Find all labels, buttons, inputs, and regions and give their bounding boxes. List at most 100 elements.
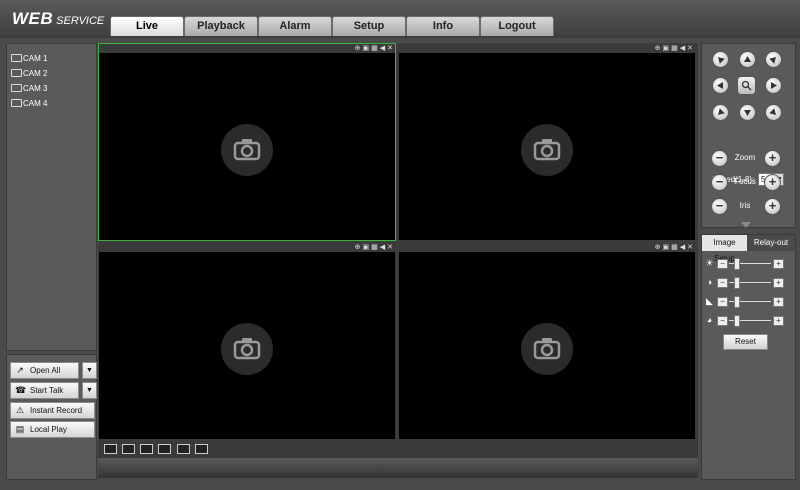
video-pane-1[interactable]: ⊕ ▣ ▦ ◀ ✕ [98, 43, 396, 241]
ptz-center-button[interactable] [737, 76, 756, 95]
snapshot-icon[interactable]: ▦ [371, 44, 378, 53]
hue-minus-button[interactable]: − [717, 316, 728, 326]
open-all-button[interactable]: ↗ Open All [10, 362, 79, 379]
ptz-down-left-button[interactable] [712, 104, 729, 121]
video-pane-2[interactable]: ⊕ ▣ ▦ ◀ ✕ [398, 43, 696, 241]
snapshot-icon[interactable]: ▦ [671, 44, 678, 53]
pane-toolbar: ⊕ ▣ ▦ ◀ ✕ [99, 44, 395, 53]
close-icon[interactable]: ✕ [387, 243, 393, 252]
camera-icon [11, 53, 22, 62]
zoom-icon[interactable]: ⊕ [655, 44, 661, 53]
arrow-up-left-icon [718, 57, 725, 64]
zoom-icon[interactable]: ⊕ [655, 243, 661, 252]
zoom-icon[interactable]: ⊕ [355, 243, 361, 252]
actions-panel: ↗ Open All ▼ ☎ Start Talk ▼ ⚠ Instant Re… [6, 354, 97, 480]
tab-alarm[interactable]: Alarm [258, 16, 332, 36]
video-grid: ⊕ ▣ ▦ ◀ ✕ ⊕ ▣ ▦ ◀ ✕ ⊕ ▣ ▦ ◀ ✕ ⊕ ▣ ▦ ◀ ✕ [98, 43, 698, 441]
camera-item-4[interactable]: CAM 4 [11, 97, 47, 111]
tab-live[interactable]: Live [110, 16, 184, 36]
hue-row: ◕ − + [704, 315, 792, 327]
one-view-icon[interactable] [158, 444, 171, 454]
saturation-plus-button[interactable]: + [773, 297, 784, 307]
ptz-right-button[interactable] [765, 77, 782, 94]
instant-record-label: Instant Record [30, 406, 83, 415]
zoom-fit-icon[interactable] [104, 444, 117, 454]
ptz-up-left-button[interactable] [712, 51, 729, 68]
record-icon[interactable]: ▣ [662, 44, 669, 53]
warning-icon: ⚠ [15, 405, 25, 415]
start-talk-dropdown[interactable]: ▼ [82, 382, 97, 399]
contrast-slider[interactable] [734, 277, 741, 289]
ptz-up-button[interactable] [739, 51, 756, 68]
contrast-minus-button[interactable]: − [717, 278, 728, 288]
tab-info[interactable]: Info [406, 16, 480, 36]
brightness-row: ☀ − + [704, 258, 792, 270]
audio-icon[interactable]: ◀ [380, 44, 385, 53]
close-icon[interactable]: ✕ [387, 44, 393, 53]
video-pane-3[interactable]: ⊕ ▣ ▦ ◀ ✕ [98, 242, 396, 440]
tab-image-setup[interactable]: Image Setup [702, 235, 747, 263]
iris-label: Iris [739, 201, 751, 210]
ptz-up-right-button[interactable] [765, 51, 782, 68]
open-all-label: Open All [30, 366, 61, 375]
brightness-minus-button[interactable]: − [717, 259, 728, 269]
four-view-icon[interactable] [195, 444, 208, 454]
camera-label: CAM 3 [23, 84, 48, 93]
tab-playback[interactable]: Playback [184, 16, 258, 36]
open-all-dropdown[interactable]: ▼ [82, 362, 97, 379]
close-icon[interactable]: ✕ [687, 44, 693, 53]
close-icon[interactable]: ✕ [687, 243, 693, 252]
audio-icon[interactable]: ◀ [380, 243, 385, 252]
pane-tools: ⊕ ▣ ▦ ◀ ✕ [355, 243, 393, 252]
ptz-left-button[interactable] [712, 77, 729, 94]
contrast-plus-button[interactable]: + [773, 278, 784, 288]
brightness-slider[interactable] [734, 258, 741, 270]
expand-icon[interactable] [140, 444, 153, 454]
tab-setup[interactable]: Setup [332, 16, 406, 36]
record-icon[interactable]: ▣ [662, 243, 669, 252]
focus-label: Focus [734, 177, 756, 186]
camera-label: CAM 1 [23, 54, 48, 63]
local-play-button[interactable]: ▤ Local Play [10, 421, 95, 438]
brightness-plus-button[interactable]: + [773, 259, 784, 269]
saturation-slider[interactable] [734, 296, 741, 308]
camera-placeholder-icon [521, 124, 573, 176]
tab-relay-out[interactable]: Relay-out [747, 235, 795, 251]
ptz-down-right-button[interactable] [765, 104, 782, 121]
hue-slider[interactable] [734, 315, 741, 327]
single-view-icon[interactable] [177, 444, 190, 454]
arrow-down-icon [744, 110, 751, 116]
pane-tools: ⊕ ▣ ▦ ◀ ✕ [355, 44, 393, 53]
hue-plus-button[interactable]: + [773, 316, 784, 326]
video-pane-4[interactable]: ⊕ ▣ ▦ ◀ ✕ [398, 242, 696, 440]
fullscreen-icon[interactable] [122, 444, 135, 454]
focus-plus-button[interactable]: + [764, 174, 781, 191]
camera-item-1[interactable]: CAM 1 [11, 52, 47, 66]
camera-item-3[interactable]: CAM 3 [11, 82, 47, 96]
record-icon[interactable]: ▣ [362, 44, 369, 53]
logo-web: WEB [12, 9, 54, 28]
snapshot-icon[interactable]: ▦ [371, 243, 378, 252]
record-icon[interactable]: ▣ [362, 243, 369, 252]
tab-logout[interactable]: Logout [480, 16, 554, 36]
ptz-down-button[interactable] [739, 104, 756, 121]
open-all-icon: ↗ [16, 365, 24, 375]
arrow-right-icon [771, 82, 777, 89]
snapshot-icon[interactable]: ▦ [671, 243, 678, 252]
instant-record-button[interactable]: ⚠ Instant Record [10, 402, 95, 419]
camera-label: CAM 4 [23, 99, 48, 108]
zoom-icon[interactable]: ⊕ [355, 44, 361, 53]
iris-plus-button[interactable]: + [764, 198, 781, 215]
pane-tools: ⊕ ▣ ▦ ◀ ✕ [655, 44, 693, 53]
camera-item-2[interactable]: CAM 2 [11, 67, 47, 81]
collapse-arrow-icon[interactable] [741, 222, 751, 228]
zoom-in-button[interactable]: + [764, 150, 781, 167]
camera-label: CAM 2 [23, 69, 48, 78]
arrow-up-icon [744, 56, 751, 62]
reset-button[interactable]: Reset [723, 334, 768, 350]
audio-icon[interactable]: ◀ [680, 44, 685, 53]
start-talk-button[interactable]: ☎ Start Talk [10, 382, 79, 399]
camera-icon [11, 98, 22, 107]
audio-icon[interactable]: ◀ [680, 243, 685, 252]
saturation-minus-button[interactable]: − [717, 297, 728, 307]
